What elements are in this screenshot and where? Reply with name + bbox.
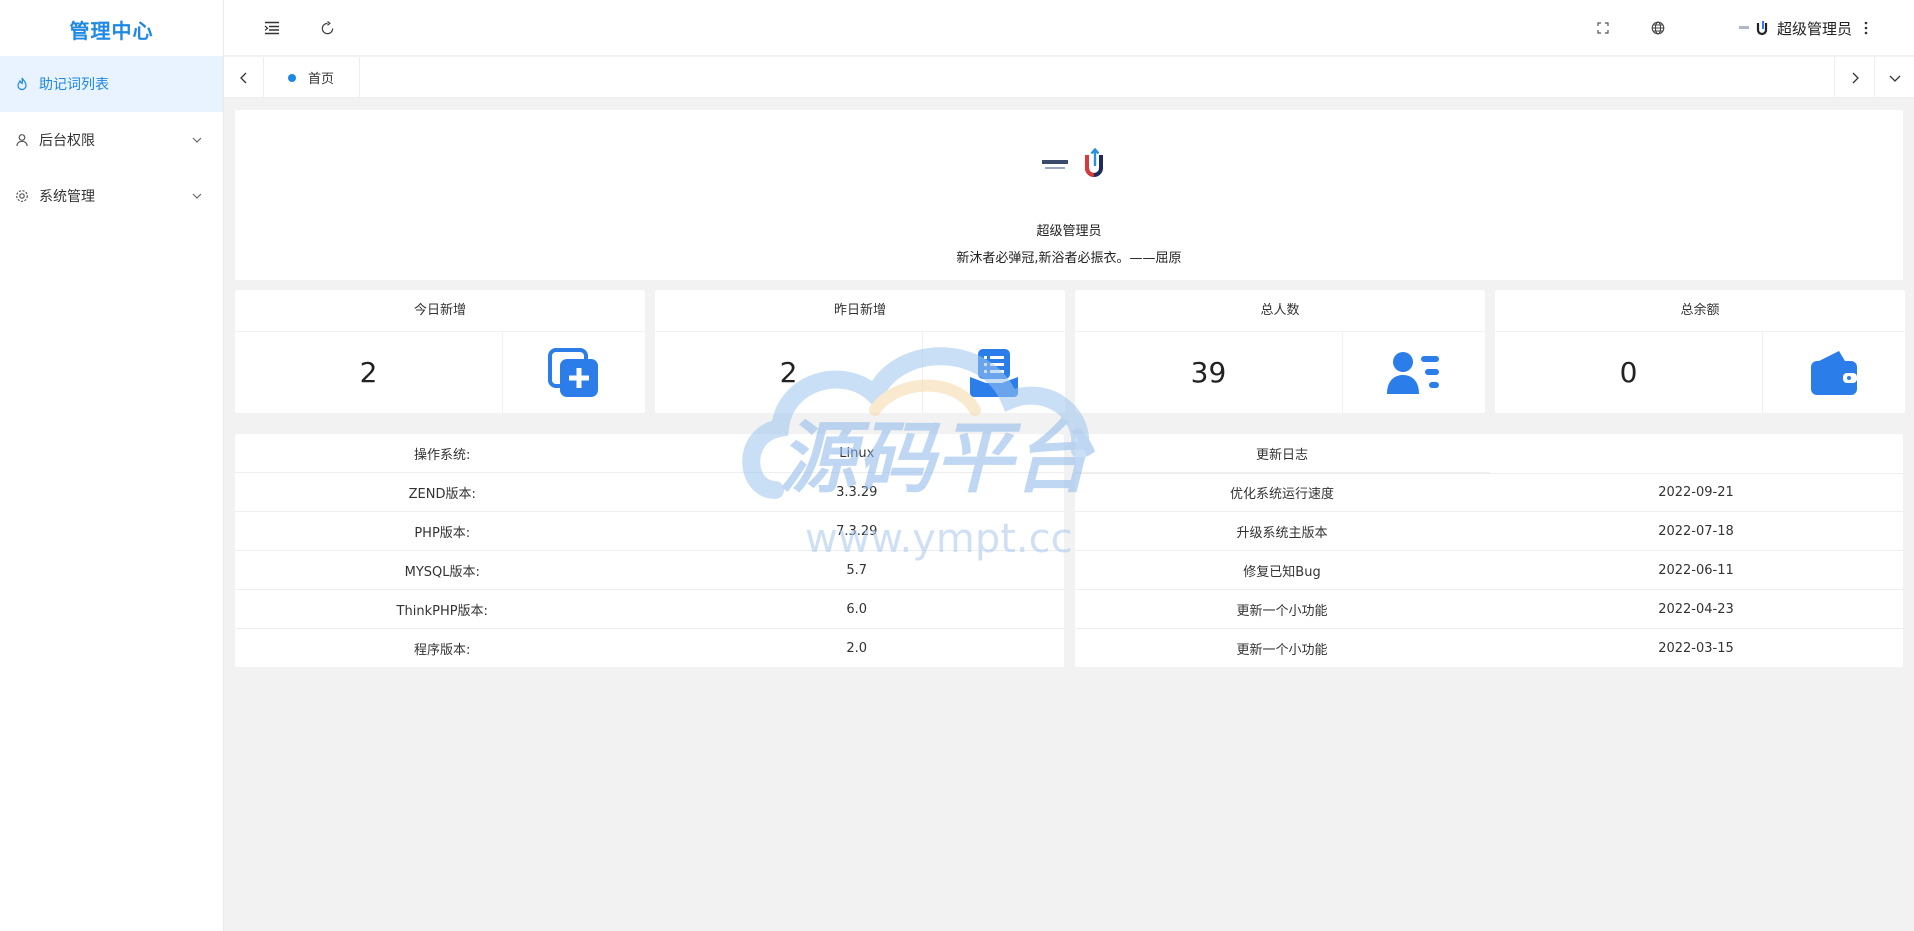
app-title: 管理中心: [69, 19, 154, 43]
chevron-down-icon: [191, 134, 203, 150]
chevron-down-icon: [1889, 75, 1900, 82]
tabs-scroll-right-button[interactable]: [1834, 57, 1874, 98]
info-label: MYSQL版本:: [404, 564, 480, 580]
user-menu[interactable]: 超级管理员: [1738, 15, 1852, 41]
changelog-text: 优化系统运行速度: [1229, 487, 1334, 502]
table-row: ZEND版本: 3.3.29: [235, 473, 1064, 512]
stat-value: 2: [655, 332, 923, 413]
info-value: 7.3.29: [836, 523, 878, 539]
tabs-dropdown-button[interactable]: [1874, 57, 1914, 98]
tab-bar: 首页: [224, 57, 1914, 98]
tab-label: 首页: [308, 72, 335, 87]
table-row: 更新一个小功能 2022-04-23: [1075, 590, 1903, 629]
info-value: 6.0: [846, 601, 868, 617]
profile-name: 超级管理员: [1036, 224, 1102, 239]
sidebar-item-label: 系统管理: [39, 189, 95, 205]
chevron-right-icon: [1852, 72, 1859, 83]
changelog-text: 修复已知Bug: [1243, 564, 1321, 580]
changelog-date: 2022-04-23: [1658, 601, 1734, 617]
site-logo: [1042, 148, 1108, 180]
stat-value: 2: [235, 332, 503, 413]
table-row: 升级系统主版本 2022-07-18: [1075, 512, 1903, 551]
user-list-icon: [1343, 332, 1485, 413]
info-value: 3.3.29: [836, 484, 878, 500]
sidebar-item-system-management[interactable]: 系统管理: [0, 168, 223, 224]
table-row: 程序版本: 2.0: [235, 629, 1064, 668]
info-label: PHP版本:: [414, 525, 471, 541]
stat-title: 昨日新增: [655, 290, 1065, 332]
globe-icon[interactable]: [1647, 17, 1669, 39]
wallet-icon: [1763, 332, 1905, 413]
sidebar-item-admin-permissions[interactable]: 后台权限: [0, 112, 223, 168]
more-icon[interactable]: [1855, 17, 1877, 39]
changelog-header: 更新日志: [1075, 434, 1489, 473]
stat-card-total-users: 总人数 39: [1075, 290, 1485, 413]
changelog-text: 升级系统主版本: [1236, 525, 1328, 541]
sidebar-item-label: 助记词列表: [39, 77, 109, 93]
tab-home[interactable]: 首页: [264, 57, 360, 98]
table-row: ThinkPHP版本: 6.0: [235, 590, 1064, 629]
table-row: 操作系统: Linux: [235, 434, 1064, 473]
stat-card-today-new: 今日新增 2: [235, 290, 645, 413]
profile-motto: 新沐者必弹冠,新浴者必振衣。——屈原: [956, 251, 1182, 266]
refresh-icon[interactable]: [316, 17, 338, 39]
table-row: MYSQL版本: 5.7: [235, 551, 1064, 590]
sidebar-item-label: 后台权限: [39, 133, 95, 149]
info-label: ZEND版本:: [408, 486, 476, 502]
changelog-date: 2022-06-11: [1658, 562, 1734, 578]
tabs-scroll-left-button[interactable]: [224, 57, 264, 98]
table-row: 更新一个小功能 2022-03-15: [1075, 629, 1903, 668]
active-dot-icon: [288, 73, 296, 82]
stat-title: 总人数: [1075, 290, 1485, 332]
stat-card-total-balance: 总余额 0: [1495, 290, 1905, 413]
chevron-left-icon: [239, 72, 246, 83]
system-info-table: 操作系统: Linux ZEND版本: 3.3.29 PHP版本: 7.3.29…: [235, 434, 1064, 667]
table-row: PHP版本: 7.3.29: [235, 512, 1064, 551]
menu-fold-icon[interactable]: [261, 17, 283, 39]
fire-icon: [15, 77, 29, 91]
changelog-date: 2022-09-21: [1658, 485, 1734, 500]
changelog-table: 更新日志 优化系统运行速度 2022-09-21 升级系统主版本 2022-07…: [1075, 434, 1903, 667]
gear-icon: [15, 189, 29, 203]
top-header: 超级管理员: [224, 0, 1914, 56]
avatar: [1738, 20, 1769, 36]
table-header-row: 更新日志: [1075, 434, 1903, 473]
info-label: 程序版本:: [414, 643, 471, 658]
user-icon: [15, 133, 29, 147]
changelog-date: 2022-03-15: [1658, 641, 1734, 656]
chevron-down-icon: [191, 190, 203, 206]
profile-card: 超级管理员 新沐者必弹冠,新浴者必振衣。——屈原: [235, 110, 1903, 280]
stat-title: 今日新增: [235, 290, 645, 332]
changelog-text: 更新一个小功能: [1236, 603, 1328, 619]
sidebar: 管理中心 助记词列表 后台权限 系统管理: [0, 0, 224, 931]
user-name: 超级管理员: [1776, 19, 1852, 38]
stat-title: 总余额: [1495, 290, 1905, 332]
add-copy-icon: [503, 332, 645, 413]
stat-value: 39: [1075, 332, 1343, 413]
table-row: 优化系统运行速度 2022-09-21: [1075, 473, 1903, 512]
info-value: 5.7: [846, 562, 868, 578]
stat-value: 0: [1495, 332, 1763, 413]
changelog-text: 更新一个小功能: [1236, 643, 1328, 658]
table-row: 修复已知Bug 2022-06-11: [1075, 551, 1903, 590]
empty-cell: [1489, 434, 1903, 473]
changelog-date: 2022-07-18: [1658, 523, 1734, 539]
list-tray-icon: [923, 332, 1065, 413]
sidebar-item-mnemonic-list[interactable]: 助记词列表: [0, 56, 223, 112]
info-label: 操作系统:: [414, 447, 471, 463]
stat-card-yesterday-new: 昨日新增 2: [655, 290, 1065, 413]
info-label: ThinkPHP版本:: [396, 603, 488, 619]
fullscreen-icon[interactable]: [1592, 17, 1614, 39]
info-value: Linux: [839, 445, 875, 461]
info-value: 2.0: [846, 641, 868, 656]
